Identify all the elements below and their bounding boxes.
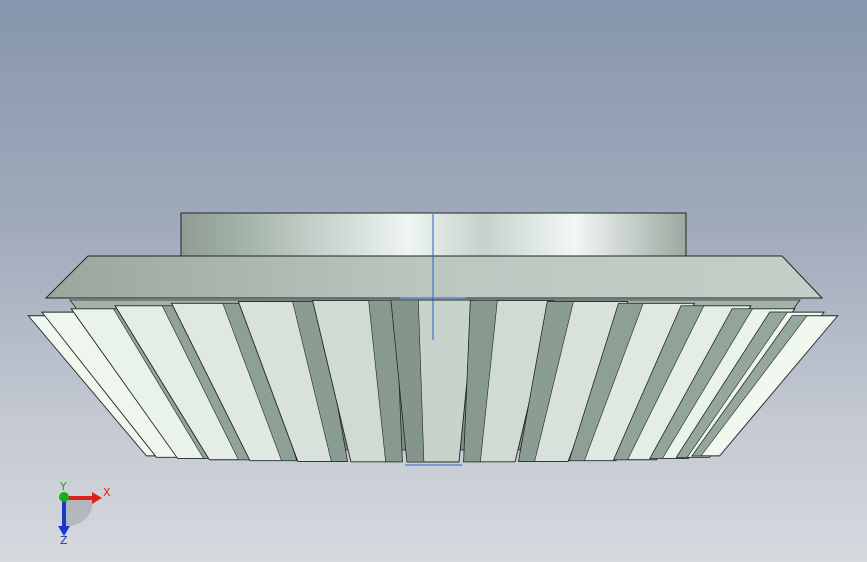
y-axis-dot xyxy=(59,492,69,502)
x-axis-label: X xyxy=(103,486,111,499)
gear-rim-face xyxy=(44,255,824,299)
gear-model[interactable] xyxy=(0,0,867,562)
z-axis-label: Z xyxy=(60,534,68,547)
triad-shadow xyxy=(64,496,92,527)
orientation-triad[interactable]: X Y Z xyxy=(40,478,120,548)
x-axis-arrow-head xyxy=(92,492,102,504)
graphics-viewport[interactable]: X Y Z xyxy=(0,0,867,562)
y-axis-label: Y xyxy=(59,480,67,493)
